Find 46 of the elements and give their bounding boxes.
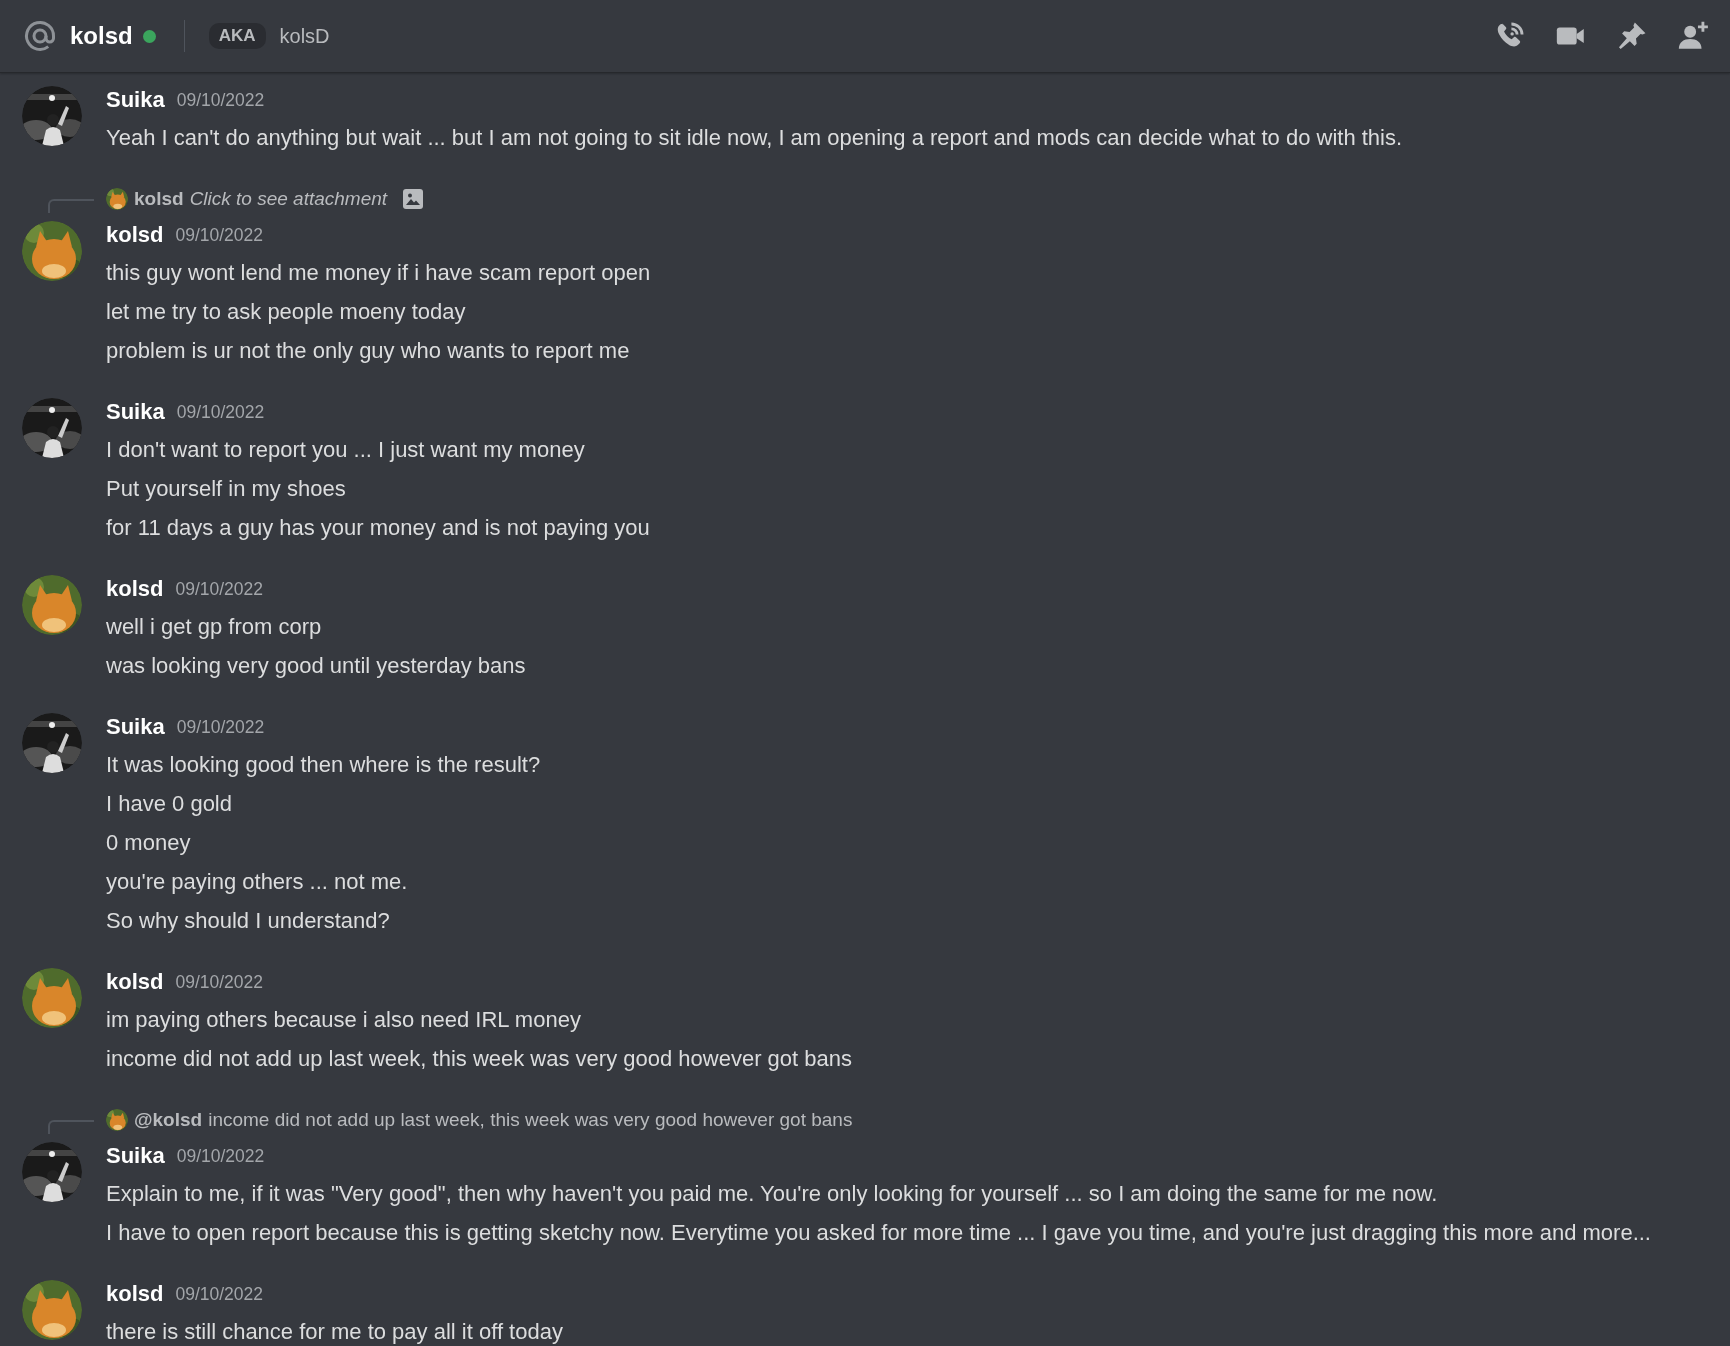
channel-title: kolsd	[70, 22, 133, 50]
message-text: I have 0 gold	[106, 790, 233, 818]
message-text: this guy wont lend me money if i have scam report open	[106, 259, 652, 287]
reply-author[interactable]: @kolsd	[134, 1109, 203, 1131]
timestamp: 09/10/2022	[175, 224, 264, 246]
message-text: I have to open report because this is getting sketchy now. Everytime you asked for more time ... I gave you time, and you're just dragging this more and more...	[106, 1219, 1652, 1247]
timestamp: 09/10/2022	[176, 89, 265, 111]
message-text: It was looking good then where is the result?	[106, 751, 542, 779]
timestamp: 09/10/2022	[176, 1145, 265, 1167]
timestamp: 09/10/2022	[175, 578, 264, 600]
author-name[interactable]: Suika	[106, 399, 165, 425]
timestamp: 09/10/2022	[175, 971, 264, 993]
reply-line	[48, 199, 94, 213]
message-text: Explain to me, if it was "Very good", then why haven't you paid me. You're only looking for yourself ... so I am doing the same for me now.	[106, 1180, 1439, 1208]
author-name[interactable]: kolsd	[106, 222, 164, 248]
aka-label: AKA	[208, 23, 266, 49]
timestamp: 09/10/2022	[176, 716, 265, 738]
message-text: well i get gp from corp	[106, 613, 323, 641]
message-text: let me try to ask people moeny today	[106, 298, 467, 326]
author-name[interactable]: kolsd	[106, 1281, 164, 1307]
timestamp: 09/10/2022	[176, 401, 265, 423]
message-text: Yeah I can't do anything but wait ... but I am not going to sit idle now, I am opening a report and mods can decide what to do with this.	[106, 124, 1404, 152]
reply-author[interactable]: kolsd	[134, 188, 184, 210]
author-name[interactable]: Suika	[106, 87, 165, 113]
author-name[interactable]: kolsd	[106, 969, 164, 995]
message-text: I don't want to report you ... I just want my money	[106, 436, 586, 464]
message-text: im paying others because i also need IRL money	[106, 1006, 582, 1034]
timestamp: 09/10/2022	[175, 1283, 264, 1305]
message-text: income did not add up last week, this week was very good however got bans	[106, 1045, 853, 1073]
message-text: for 11 days a guy has your money and is not paying you	[106, 514, 651, 542]
at-sign-icon	[22, 18, 58, 54]
message-text: you're paying others ... not me.	[106, 868, 409, 896]
message-text: there is still chance for me to pay all it off today	[106, 1318, 564, 1346]
reply-preview[interactable]: Click to see attachment	[189, 188, 388, 210]
author-name[interactable]: Suika	[106, 714, 165, 740]
message-text: was looking very good until yesterday bans	[106, 652, 527, 680]
reply-preview[interactable]: income did not add up last week, this week was very good however got bans	[208, 1109, 853, 1131]
alias-name: kolsD	[279, 24, 330, 48]
message-text: So why should I understand?	[106, 907, 391, 935]
author-name[interactable]: kolsd	[106, 576, 164, 602]
message-text: problem is ur not the only guy who wants to report me	[106, 337, 631, 365]
message-text: 0 money	[106, 829, 192, 857]
reply-line	[48, 1120, 94, 1134]
image-icon	[401, 187, 426, 211]
author-name[interactable]: Suika	[106, 1143, 165, 1169]
message-text: Put yourself in my shoes	[106, 475, 347, 503]
